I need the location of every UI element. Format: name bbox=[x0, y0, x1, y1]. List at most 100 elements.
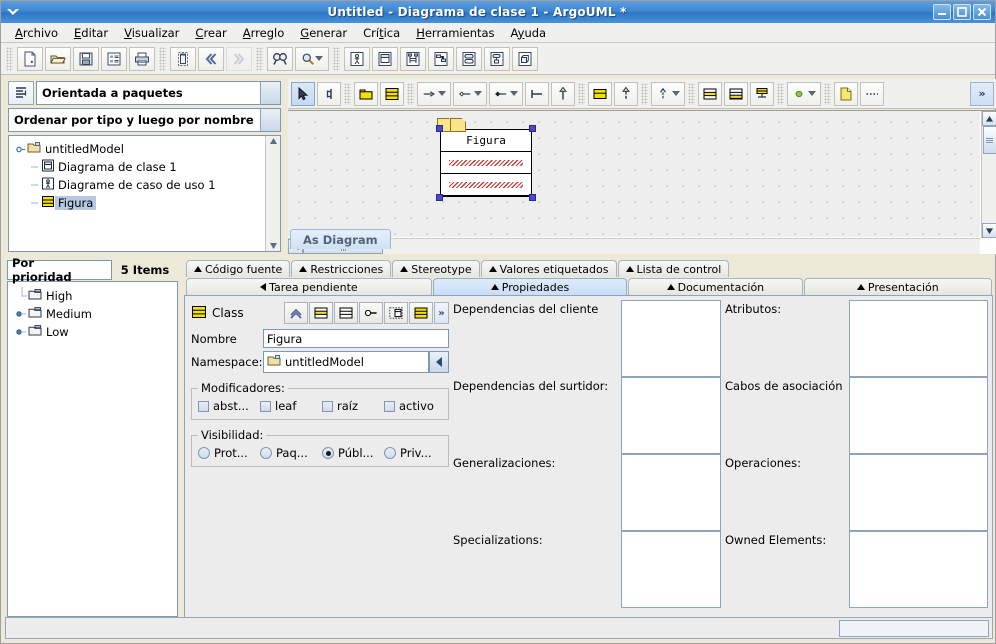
todo-item-medium[interactable]: Medium bbox=[16, 305, 177, 323]
perspective-combo[interactable]: Orientada a paquetes bbox=[36, 81, 281, 105]
menu-herramientas[interactable]: Herramientas bbox=[408, 24, 502, 42]
association-icon[interactable] bbox=[525, 81, 549, 106]
canvas-vertical-scrollbar[interactable] bbox=[981, 111, 996, 238]
tree-item-diagrama-de-clase-1[interactable]: Diagrama de clase 1 bbox=[15, 158, 265, 176]
deployment-diagram-icon[interactable] bbox=[512, 46, 538, 71]
class-diagram-icon[interactable] bbox=[372, 46, 398, 71]
new-stereotype-icon[interactable] bbox=[409, 302, 433, 324]
toolbar-grip[interactable] bbox=[256, 46, 263, 71]
menu-crear[interactable]: Crear bbox=[187, 24, 234, 42]
new-datatype-icon[interactable] bbox=[384, 302, 408, 324]
realization-icon[interactable] bbox=[614, 81, 638, 106]
package-icon[interactable] bbox=[354, 81, 378, 106]
chevron-down-icon[interactable] bbox=[474, 91, 482, 96]
menu-editar[interactable]: Editar bbox=[66, 24, 116, 42]
tab-codigo-fuente[interactable]: Código fuente bbox=[186, 260, 291, 277]
modifier-root[interactable]: raíz bbox=[322, 399, 380, 413]
expander-closed-icon[interactable] bbox=[16, 308, 28, 320]
composition-icon[interactable] bbox=[489, 81, 523, 106]
association-ends-list[interactable] bbox=[849, 377, 988, 454]
selection-handle[interactable] bbox=[436, 194, 443, 201]
toolbar-overflow-button[interactable]: » bbox=[970, 81, 994, 106]
aggregation-icon[interactable] bbox=[453, 81, 487, 106]
radio-icon[interactable] bbox=[198, 447, 210, 459]
tab-valores-etiquetados[interactable]: Valores etiquetados bbox=[480, 260, 617, 277]
menu-archivo[interactable]: Archivo bbox=[7, 24, 66, 42]
new-classifier-icon[interactable] bbox=[334, 302, 358, 324]
class-figure-figura[interactable]: Figura bbox=[436, 118, 536, 201]
new-class-icon[interactable] bbox=[309, 302, 333, 324]
namespace-navigate-button[interactable] bbox=[429, 351, 449, 373]
model-tree[interactable]: untitledModel Diagrama de clase 1 Diagra… bbox=[9, 136, 265, 251]
close-button[interactable] bbox=[973, 4, 991, 20]
namespace-combo[interactable]: untitledModel bbox=[263, 351, 429, 373]
comment-icon[interactable] bbox=[834, 81, 858, 106]
menu-ayuda[interactable]: Ayuda bbox=[503, 24, 555, 42]
radio-icon[interactable] bbox=[322, 447, 334, 459]
chevron-down-icon[interactable] bbox=[510, 91, 518, 96]
visibility-public[interactable]: Públ... bbox=[322, 446, 380, 460]
class-icon[interactable] bbox=[380, 81, 404, 106]
tree-item-diagrame-de-caso-de-uso-1[interactable]: Diagrame de caso de uso 1 bbox=[15, 176, 265, 194]
save-icon[interactable] bbox=[73, 46, 99, 71]
chevron-down-icon[interactable] bbox=[260, 109, 280, 131]
enumeration-icon[interactable] bbox=[724, 81, 748, 106]
specializations-list[interactable] bbox=[621, 531, 721, 608]
navigate-forward-icon[interactable] bbox=[226, 46, 252, 71]
chevron-down-icon[interactable] bbox=[672, 91, 680, 96]
todo-filter-combo[interactable]: Por prioridad bbox=[7, 256, 112, 284]
usecase-diagram-icon[interactable] bbox=[344, 46, 370, 71]
generalizations-list[interactable] bbox=[621, 454, 721, 531]
zoom-dropdown-arrow[interactable] bbox=[315, 56, 323, 61]
broom-tool-icon[interactable] bbox=[317, 81, 341, 106]
checkbox-icon[interactable] bbox=[260, 400, 271, 412]
radio-icon[interactable] bbox=[260, 447, 272, 459]
visibility-private[interactable]: Priv... bbox=[384, 446, 442, 460]
checkbox-icon[interactable] bbox=[384, 400, 395, 412]
as-diagram-tab[interactable]: As Diagram bbox=[290, 229, 391, 249]
todo-tree[interactable]: High Medium Low bbox=[7, 281, 178, 617]
chevron-down-icon[interactable] bbox=[260, 82, 280, 104]
expander-open-icon[interactable] bbox=[15, 144, 27, 155]
figure-attributes-compartment[interactable] bbox=[441, 152, 531, 174]
chevron-down-icon[interactable] bbox=[438, 91, 446, 96]
datatype-icon[interactable] bbox=[698, 81, 722, 106]
chevron-down-icon[interactable] bbox=[406, 352, 428, 372]
print-icon[interactable] bbox=[129, 46, 155, 71]
navigate-up-icon[interactable] bbox=[284, 302, 308, 324]
selection-handle[interactable] bbox=[436, 125, 443, 132]
navigate-back-icon[interactable] bbox=[198, 46, 224, 71]
interface-icon[interactable] bbox=[588, 81, 612, 106]
node-icon[interactable] bbox=[787, 81, 821, 106]
toolbar-grip[interactable] bbox=[159, 46, 166, 71]
attributes-list[interactable] bbox=[849, 300, 988, 377]
menu-arreglo[interactable]: Arreglo bbox=[235, 24, 292, 42]
radio-icon[interactable] bbox=[384, 447, 396, 459]
generalization-icon[interactable] bbox=[551, 81, 575, 106]
scroll-up-button[interactable] bbox=[982, 111, 996, 126]
selection-handle[interactable] bbox=[529, 194, 536, 201]
owned-elements-list[interactable] bbox=[849, 531, 988, 608]
dependency-icon[interactable] bbox=[417, 81, 451, 106]
ordering-combo[interactable]: Ordenar por tipo y luego por nombre bbox=[8, 108, 281, 132]
minimize-button[interactable] bbox=[933, 4, 951, 20]
class-header-overflow-button[interactable]: » bbox=[434, 302, 449, 324]
zoom-icon[interactable] bbox=[295, 46, 329, 71]
modifier-abstract[interactable]: abst... bbox=[198, 399, 256, 413]
menu-generar[interactable]: Generar bbox=[292, 24, 355, 42]
comment-link-icon[interactable] bbox=[860, 81, 884, 106]
new-interface-icon[interactable] bbox=[359, 302, 383, 324]
chevron-down-icon[interactable] bbox=[94, 261, 111, 279]
sequence-diagram-icon[interactable] bbox=[400, 46, 426, 71]
find-icon[interactable] bbox=[267, 46, 293, 71]
tab-lista-de-control[interactable]: Lista de control bbox=[617, 260, 730, 277]
selection-handle[interactable] bbox=[529, 125, 536, 132]
visibility-package[interactable]: Paq... bbox=[260, 446, 318, 460]
checkbox-icon[interactable] bbox=[198, 400, 209, 412]
collaboration-diagram-icon[interactable] bbox=[428, 46, 454, 71]
tab-presentacion[interactable]: Presentación bbox=[803, 278, 993, 295]
tree-item-untitledmodel[interactable]: untitledModel bbox=[15, 140, 265, 158]
toolbar-grip[interactable] bbox=[6, 46, 13, 71]
todo-item-low[interactable]: Low bbox=[16, 323, 177, 341]
todo-item-high[interactable]: High bbox=[16, 287, 177, 305]
